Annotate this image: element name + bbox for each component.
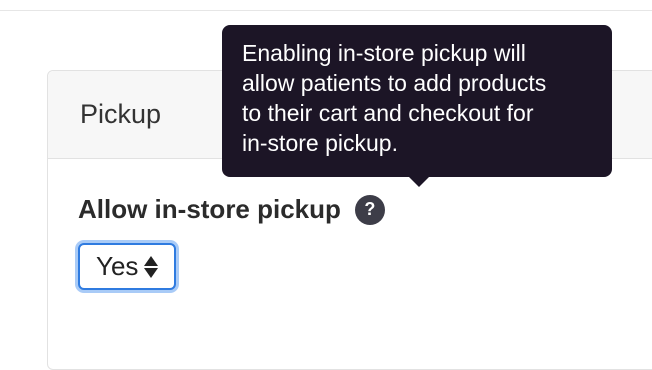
top-divider <box>0 10 652 11</box>
allow-pickup-label: Allow in-store pickup <box>78 194 341 224</box>
allow-pickup-field: Allow in-store pickup ? <box>78 194 385 225</box>
allow-pickup-select[interactable]: Yes <box>78 243 176 290</box>
arrow-down-icon <box>144 267 159 278</box>
tooltip-line: in-store pickup. <box>242 130 398 156</box>
tooltip-line: allow patients to add products <box>242 70 547 96</box>
tooltip-line: to their cart and checkout for <box>242 100 534 126</box>
tooltip-pointer <box>408 176 430 187</box>
help-tooltip: Enabling in-store pickup will allow pati… <box>222 25 612 177</box>
tooltip-line: Enabling in-store pickup will <box>242 40 526 66</box>
select-value: Yes <box>96 251 139 281</box>
arrow-up-icon <box>144 255 159 266</box>
up-down-arrows-icon <box>144 255 159 278</box>
question-icon[interactable]: ? <box>354 194 385 225</box>
panel-title: Pickup <box>80 99 162 129</box>
